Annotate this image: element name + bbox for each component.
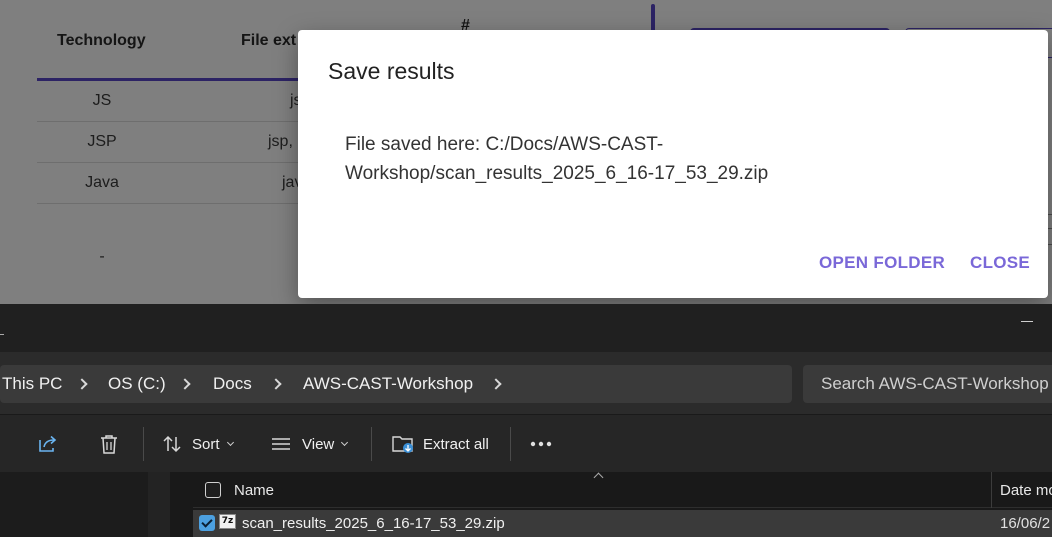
search-input[interactable]: Search AWS-CAST-Workshop [803, 365, 1052, 403]
sort-icon [163, 435, 181, 453]
title-fragment [0, 334, 4, 335]
navigation-scrollbar[interactable] [148, 472, 170, 537]
toolbar-separator [143, 427, 144, 461]
select-all-checkbox[interactable] [205, 482, 221, 498]
delete-button[interactable] [99, 415, 119, 473]
7z-archive-icon: 7z [219, 514, 236, 529]
navigation-pane[interactable] [0, 472, 170, 537]
chevron-right-icon[interactable] [179, 378, 191, 390]
file-row[interactable]: 7z scan_results_2025_6_16-17_53_29.zip 1… [193, 510, 1052, 537]
sort-ascending-icon [593, 472, 604, 483]
chevron-right-icon[interactable] [490, 378, 502, 390]
chevron-right-icon[interactable] [270, 378, 282, 390]
close-button[interactable]: CLOSE [970, 253, 1030, 273]
column-header-name[interactable]: Name [234, 482, 274, 499]
column-divider[interactable] [991, 472, 992, 508]
toolbar-separator [510, 427, 511, 461]
sort-button[interactable]: Sort [162, 415, 234, 473]
chevron-down-icon [341, 438, 349, 446]
open-folder-button[interactable]: OPEN FOLDER [819, 253, 945, 273]
minimize-icon[interactable] [1021, 321, 1033, 322]
dialog-title: Save results [328, 58, 455, 84]
command-bar: Sort View Extract all [0, 414, 1052, 472]
view-label: View [302, 435, 335, 453]
sort-label: Sort [192, 435, 220, 453]
breadcrumb-this-pc[interactable]: This PC [2, 374, 62, 394]
file-list-header: Name Date mo [193, 472, 1052, 508]
title-bar [0, 304, 1052, 352]
chevron-down-icon [226, 438, 234, 446]
more-options-button[interactable] [530, 415, 552, 473]
breadcrumb-aws-cast-workshop[interactable]: AWS-CAST-Workshop [303, 374, 473, 394]
address-row: This PC OS (C:) Docs AWS-CAST-Workshop S… [0, 352, 1052, 414]
dialog-message: File saved here: C:/Docs/AWS-CAST-Worksh… [345, 134, 769, 184]
more-icon [530, 441, 552, 447]
breadcrumb-docs[interactable]: Docs [213, 374, 252, 394]
trash-icon [101, 434, 117, 454]
breadcrumb[interactable]: This PC OS (C:) Docs AWS-CAST-Workshop [0, 365, 792, 403]
row-checkbox[interactable] [199, 515, 215, 531]
share-icon [39, 435, 57, 452]
view-icon [272, 438, 290, 450]
file-explorer-window: This PC OS (C:) Docs AWS-CAST-Workshop S… [0, 304, 1052, 537]
file-pane: Name Date mo 7z scan_results_2025_6_16-1… [0, 472, 1052, 537]
toolbar-separator [371, 427, 372, 461]
extract-all-button[interactable]: Extract all [392, 415, 489, 473]
extract-all-icon [392, 436, 413, 453]
extract-all-label: Extract all [423, 435, 489, 453]
file-date-modified: 16/06/2 [1000, 515, 1051, 532]
share-button[interactable] [37, 415, 59, 473]
column-header-date-modified[interactable]: Date mo [1000, 482, 1052, 499]
view-button[interactable]: View [271, 415, 349, 473]
breadcrumb-os-c[interactable]: OS (C:) [108, 374, 166, 394]
file-name[interactable]: scan_results_2025_6_16-17_53_29.zip [242, 515, 505, 532]
chevron-right-icon[interactable] [76, 378, 88, 390]
save-results-dialog: Save results File saved here: C:/Docs/AW… [298, 30, 1048, 298]
search-placeholder: Search AWS-CAST-Workshop [821, 374, 1049, 393]
